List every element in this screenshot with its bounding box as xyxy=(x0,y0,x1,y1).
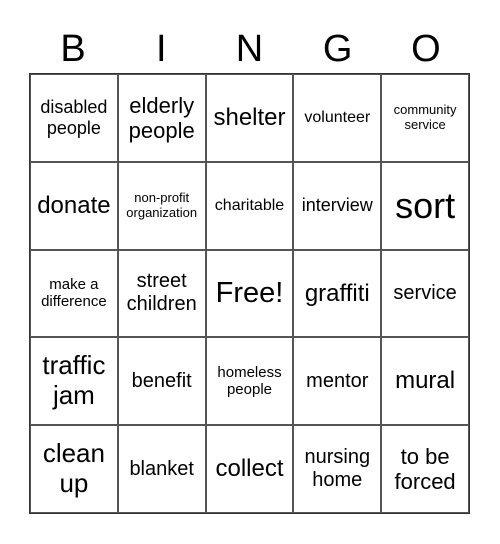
bingo-cell[interactable]: non-profit organization xyxy=(117,161,206,250)
bingo-cell[interactable]: service xyxy=(381,249,469,338)
bingo-cell[interactable]: disabled people xyxy=(30,74,118,162)
bingo-cell[interactable]: clean up xyxy=(30,425,118,513)
bingo-grid: disabled people elderly people shelter v… xyxy=(29,73,470,514)
free-space-cell[interactable]: Free! xyxy=(205,249,294,338)
bingo-cell[interactable]: community service xyxy=(381,74,469,162)
bingo-cell[interactable]: collect xyxy=(205,425,294,513)
bingo-cell[interactable]: traffic jam xyxy=(30,337,118,426)
bingo-cell[interactable]: elderly people xyxy=(117,74,206,162)
bingo-cell[interactable]: nursing home xyxy=(293,425,382,513)
bingo-cell[interactable]: blanket xyxy=(117,425,206,513)
bingo-header: B I N G O xyxy=(29,26,470,72)
bingo-cell[interactable]: interview xyxy=(293,161,382,250)
bingo-cell[interactable]: make a difference xyxy=(30,249,118,338)
bingo-cell[interactable]: charitable xyxy=(205,161,294,250)
bingo-cell[interactable]: benefit xyxy=(117,337,206,426)
header-letter-g: G xyxy=(322,28,353,70)
bingo-cell[interactable]: mentor xyxy=(293,337,382,426)
header-letter-i: I xyxy=(156,28,167,70)
bingo-cell[interactable]: graffiti xyxy=(293,249,382,338)
bingo-cell[interactable]: volunteer xyxy=(293,74,382,162)
header-letter-b: B xyxy=(60,28,86,70)
bingo-cell[interactable]: sort xyxy=(381,161,469,250)
bingo-cell[interactable]: to be forced xyxy=(381,425,469,513)
bingo-cell[interactable]: donate xyxy=(30,161,118,250)
bingo-cell[interactable]: shelter xyxy=(205,74,294,162)
bingo-cell[interactable]: street children xyxy=(117,249,206,338)
bingo-cell[interactable]: mural xyxy=(381,337,469,426)
header-letter-o: O xyxy=(411,28,441,70)
bingo-cell[interactable]: homeless people xyxy=(205,337,294,426)
header-letter-n: N xyxy=(235,28,264,70)
